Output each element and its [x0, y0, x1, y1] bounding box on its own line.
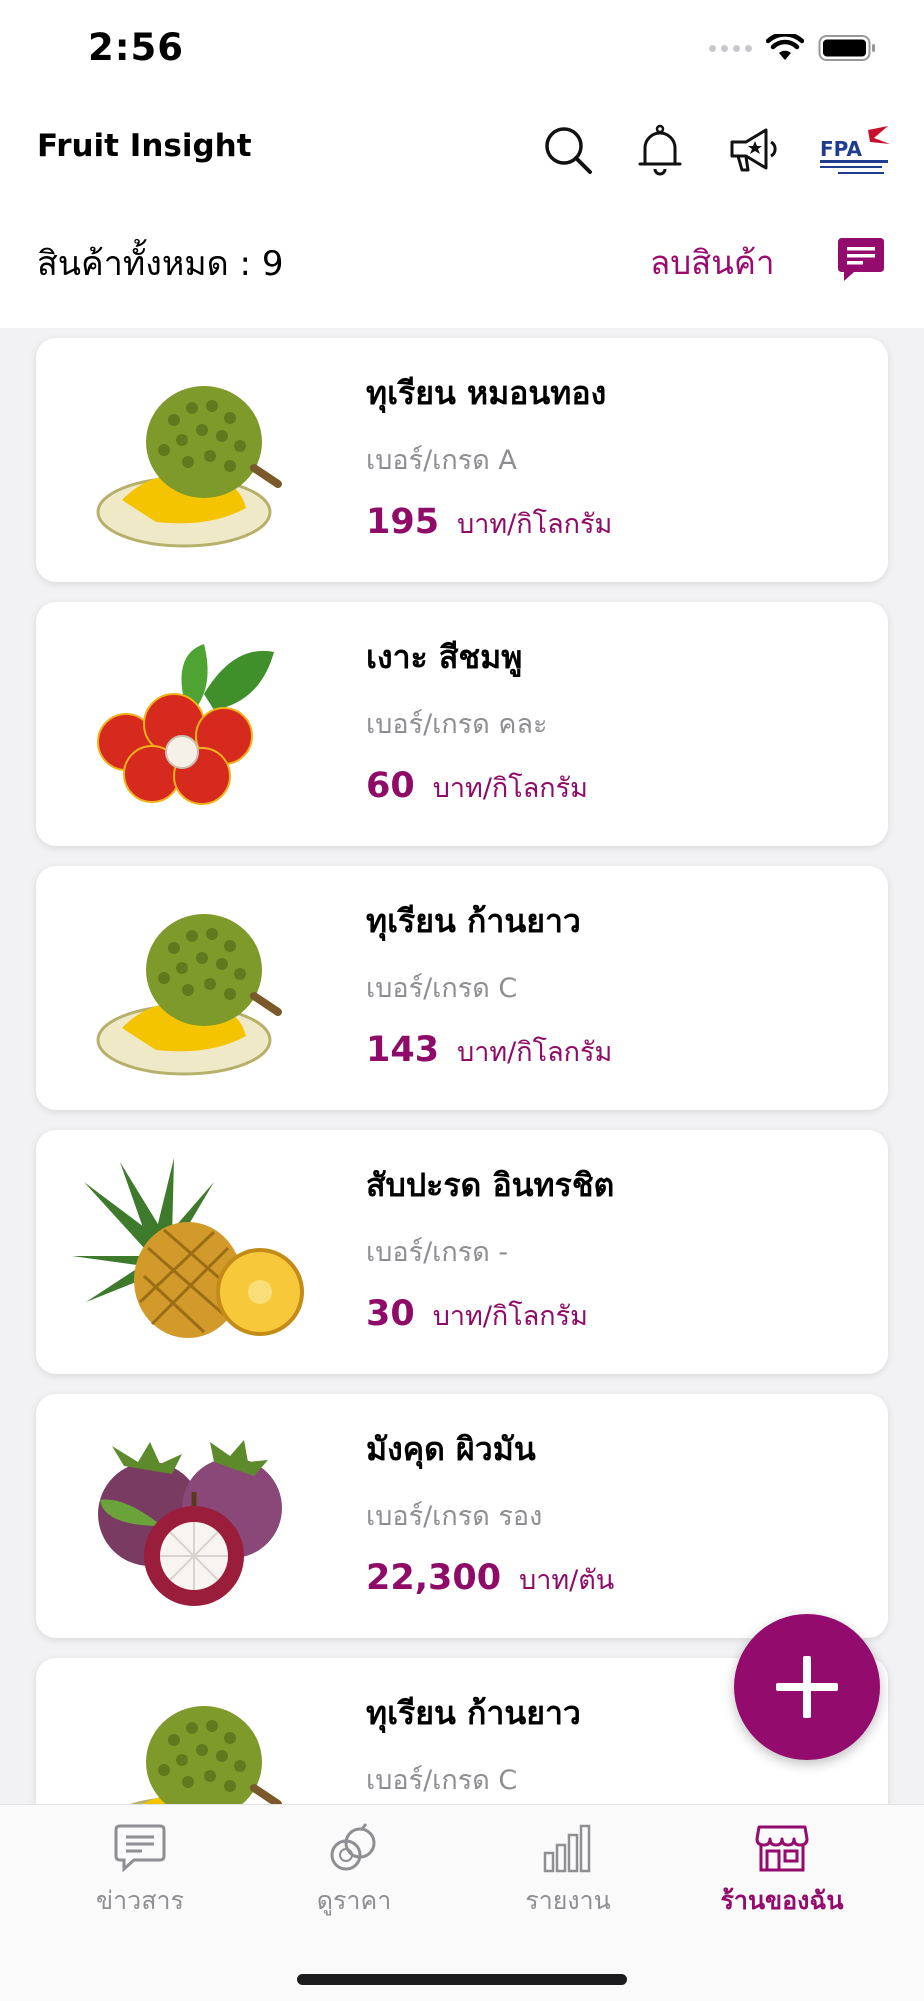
total-products-label: สินค้าทั้งหมด : 9: [37, 244, 284, 284]
product-grade: เบอร์/เกรด -: [366, 1237, 509, 1268]
durian-image: [64, 888, 304, 1088]
product-card[interactable]: เงาะ สีชมพูเบอร์/เกรด คละ 60 บาท/กิโลกรัม: [36, 602, 888, 846]
delete-products-button[interactable]: ลบสินค้า: [650, 236, 774, 289]
fpa-logo: FPA: [818, 122, 892, 182]
product-unit: บาท/ตัน: [519, 1565, 615, 1596]
product-grade: เบอร์/เกรด A: [366, 445, 517, 476]
news-icon: [114, 1824, 166, 1873]
product-card[interactable]: สับปะรด อินทรชิตเบอร์/เกรด - 30 บาท/กิโลกร…: [36, 1130, 888, 1374]
rambutan-image: [64, 624, 304, 824]
product-price-row: 22,300 บาท/ตัน: [366, 1558, 614, 1601]
logo-text: FPA: [820, 137, 862, 161]
pineapple-image: [64, 1152, 304, 1352]
message-icon[interactable]: [836, 234, 886, 284]
tab-news[interactable]: ข่าวสาร: [40, 1823, 240, 1921]
bell-icon[interactable]: [632, 122, 688, 178]
tab-price[interactable]: ดูราคา: [254, 1823, 454, 1921]
plus-icon: [776, 1656, 838, 1718]
product-card[interactable]: มังคุด ผิวมันเบอร์/เกรด รอง 22,300 บาท/ตัน: [36, 1394, 888, 1638]
product-name: ทุเรียน หมอนทอง: [366, 374, 607, 412]
product-price: 22,300: [366, 1558, 502, 1598]
status-time: 2:56: [88, 26, 185, 69]
product-name: ทุเรียน ก้านยาว: [366, 1694, 581, 1732]
product-price-row: 143 บาท/กิโลกรัม: [366, 1030, 612, 1073]
battery-icon: [818, 35, 875, 61]
mangosteen-image: [64, 1416, 304, 1616]
product-price-row: 30 บาท/กิโลกรัม: [366, 1294, 588, 1337]
app-header: Fruit Insight FPA: [0, 100, 924, 220]
durian-image: [64, 360, 304, 560]
product-unit: บาท/กิโลกรัม: [457, 1037, 613, 1068]
product-name: ทุเรียน ก้านยาว: [366, 902, 581, 940]
product-price-row: 60 บาท/กิโลกรัม: [366, 766, 588, 809]
signal-icon: [709, 44, 752, 52]
store-icon: [755, 1825, 809, 1872]
tab-report-label: รายงาน: [525, 1886, 611, 1915]
product-grade: เบอร์/เกรด รอง: [366, 1501, 543, 1532]
product-name: สับปะรด อินทรชิต: [366, 1166, 615, 1204]
app-title: Fruit Insight: [37, 128, 252, 164]
product-price: 143: [366, 1030, 440, 1070]
tab-bar: ข่าวสาร ดูราคา รายงาน ร้านของฉัน: [0, 1804, 924, 2001]
home-indicator: [297, 1974, 627, 1985]
product-price: 60: [366, 766, 415, 806]
tab-my-store-label: ร้านของฉัน: [720, 1886, 844, 1915]
add-product-button[interactable]: [734, 1614, 880, 1760]
product-card[interactable]: ทุเรียน หมอนทองเบอร์/เกรด A 195 บาท/กิโลกร…: [36, 338, 888, 582]
summary-bar: สินค้าทั้งหมด : 9 ลบสินค้า: [0, 220, 924, 328]
status-icons: [709, 34, 876, 62]
product-unit: บาท/กิโลกรัม: [457, 509, 613, 540]
tab-report[interactable]: รายงาน: [468, 1823, 668, 1921]
product-grade: เบอร์/เกรด คละ: [366, 709, 548, 740]
product-card[interactable]: ทุเรียน ก้านยาวเบอร์/เกรด C 143 บาท/กิโลกร…: [36, 866, 888, 1110]
bar-chart-icon: [543, 1824, 591, 1873]
product-grade: เบอร์/เกรด C: [366, 1765, 518, 1796]
search-icon[interactable]: [540, 122, 596, 178]
product-grade: เบอร์/เกรด C: [366, 973, 518, 1004]
tab-price-label: ดูราคา: [316, 1886, 392, 1915]
product-price-row: 195 บาท/กิโลกรัม: [366, 502, 612, 545]
wifi-icon: [766, 34, 804, 60]
product-unit: บาท/กิโลกรัม: [432, 1301, 588, 1332]
fruit-price-icon: [330, 1823, 376, 1871]
megaphone-icon[interactable]: [724, 122, 780, 178]
product-price: 30: [366, 1294, 415, 1334]
status-bar: 2:56: [0, 0, 924, 100]
tab-news-label: ข่าวสาร: [96, 1886, 184, 1915]
product-name: มังคุด ผิวมัน: [366, 1430, 536, 1468]
product-price: 195: [366, 502, 440, 542]
tab-my-store[interactable]: ร้านของฉัน: [682, 1823, 882, 1921]
product-unit: บาท/กิโลกรัม: [432, 773, 588, 804]
product-name: เงาะ สีชมพู: [366, 638, 523, 676]
